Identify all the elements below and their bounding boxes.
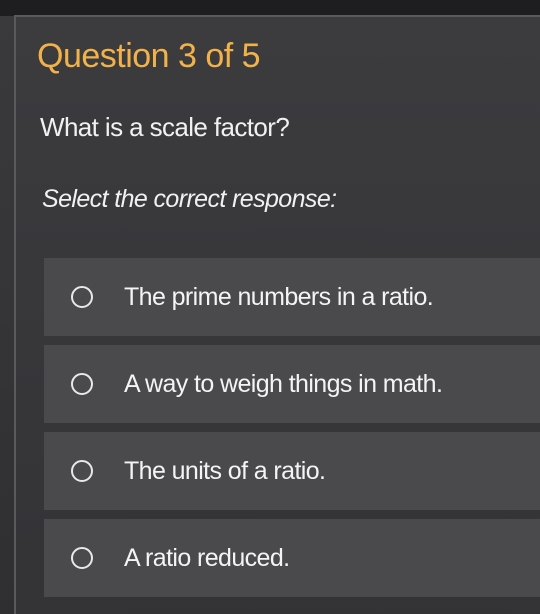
answer-option-4[interactable]: A ratio reduced.: [44, 519, 540, 597]
answer-option-1[interactable]: The prime numbers in a ratio.: [44, 258, 540, 336]
answer-option-3[interactable]: The units of a ratio.: [44, 432, 540, 510]
radio-button-icon[interactable]: [71, 547, 93, 569]
top-bar: [0, 0, 540, 16]
answer-option-label: The units of a ratio.: [124, 456, 326, 485]
radio-button-icon[interactable]: [71, 286, 93, 308]
answer-option-label: The prime numbers in a ratio.: [124, 282, 434, 311]
response-instruction: Select the correct response:: [42, 185, 337, 213]
radio-button-icon[interactable]: [71, 373, 93, 395]
quiz-screen: Question 3 of 5 What is a scale factor? …: [0, 0, 540, 614]
answer-options: The prime numbers in a ratio. A way to w…: [44, 258, 540, 606]
radio-button-icon[interactable]: [71, 460, 93, 482]
answer-option-2[interactable]: A way to weigh things in math.: [44, 345, 540, 423]
question-text: What is a scale factor?: [40, 112, 290, 142]
answer-option-label: A way to weigh things in math.: [124, 369, 443, 398]
answer-option-label: A ratio reduced.: [124, 543, 290, 572]
question-progress: Question 3 of 5: [37, 37, 261, 75]
